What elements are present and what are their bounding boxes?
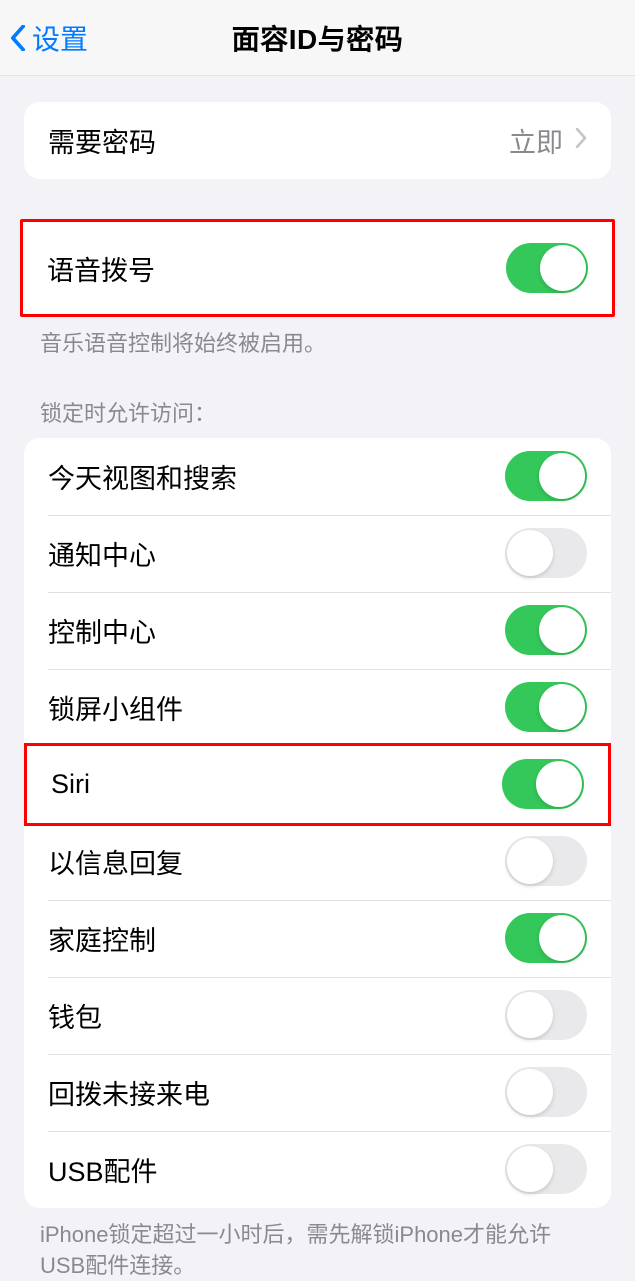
- toggle-switch[interactable]: [505, 682, 587, 732]
- toggle-switch[interactable]: [505, 990, 587, 1040]
- row-lock-access-item: 家庭控制: [24, 900, 611, 977]
- row-lock-access-item: 回拨未接来电: [24, 1054, 611, 1131]
- toggle-switch[interactable]: [505, 605, 587, 655]
- footer-lock-access: iPhone锁定超过一小时后，需先解锁iPhone才能允许USB配件连接。: [0, 1208, 635, 1281]
- row-label: 控制中心: [48, 611, 156, 650]
- chevron-right-icon: [575, 128, 587, 153]
- row-label: 回拨未接来电: [48, 1073, 210, 1112]
- row-label: USB配件: [48, 1150, 158, 1189]
- row-lock-access-item: 通知中心: [24, 515, 611, 592]
- toggle-switch[interactable]: [505, 913, 587, 963]
- back-button[interactable]: 设置: [8, 18, 88, 58]
- toggle-switch[interactable]: [505, 1144, 587, 1194]
- row-label: 今天视图和搜索: [48, 457, 237, 496]
- row-lock-access-item: USB配件: [24, 1131, 611, 1208]
- row-voice-dial: 语音拨号: [23, 222, 612, 314]
- back-label: 设置: [32, 18, 88, 58]
- row-value-wrap: 立即: [509, 121, 587, 160]
- chevron-left-icon: [8, 24, 28, 52]
- toggle-switch[interactable]: [505, 836, 587, 886]
- page-title: 面容ID与密码: [232, 18, 404, 58]
- row-label: 锁屏小组件: [48, 688, 183, 727]
- toggle-switch[interactable]: [505, 528, 587, 578]
- toggle-switch[interactable]: [505, 451, 587, 501]
- row-label: 通知中心: [48, 534, 156, 573]
- row-value: 立即: [509, 121, 563, 160]
- row-lock-access-item: 今天视图和搜索: [24, 438, 611, 515]
- toggle-switch[interactable]: [505, 1067, 587, 1117]
- navigation-bar: 设置 面容ID与密码: [0, 0, 635, 76]
- group-lock-access: 今天视图和搜索通知中心控制中心锁屏小组件 Siri 以信息回复家庭控制钱包回拨未接来…: [24, 438, 611, 1208]
- toggle-voice-dial[interactable]: [506, 243, 588, 293]
- row-label: 钱包: [48, 996, 102, 1035]
- row-lock-access-item: 控制中心: [24, 592, 611, 669]
- group-voice-dial: 语音拨号: [23, 222, 612, 314]
- section-header-lock-access: 锁定时允许访问：: [0, 396, 635, 438]
- row-lock-access-item: 以信息回复: [24, 823, 611, 900]
- row-require-passcode[interactable]: 需要密码 立即: [24, 102, 611, 179]
- row-label: Siri: [51, 769, 90, 800]
- row-label: 语音拨号: [47, 249, 155, 288]
- row-lock-access-item: 锁屏小组件: [24, 669, 611, 746]
- row-label: 需要密码: [48, 121, 156, 160]
- highlight-voice-dial: 语音拨号: [20, 219, 615, 317]
- row-label: 以信息回复: [48, 842, 183, 881]
- row-lock-access-item: 钱包: [24, 977, 611, 1054]
- row-label: 家庭控制: [48, 919, 156, 958]
- row-lock-access-item: Siri: [27, 746, 608, 823]
- group-passcode: 需要密码 立即: [24, 102, 611, 179]
- toggle-switch[interactable]: [502, 759, 584, 809]
- highlight-siri: Siri: [24, 743, 611, 826]
- footer-voice-dial: 音乐语音控制将始终被启用。: [0, 317, 635, 360]
